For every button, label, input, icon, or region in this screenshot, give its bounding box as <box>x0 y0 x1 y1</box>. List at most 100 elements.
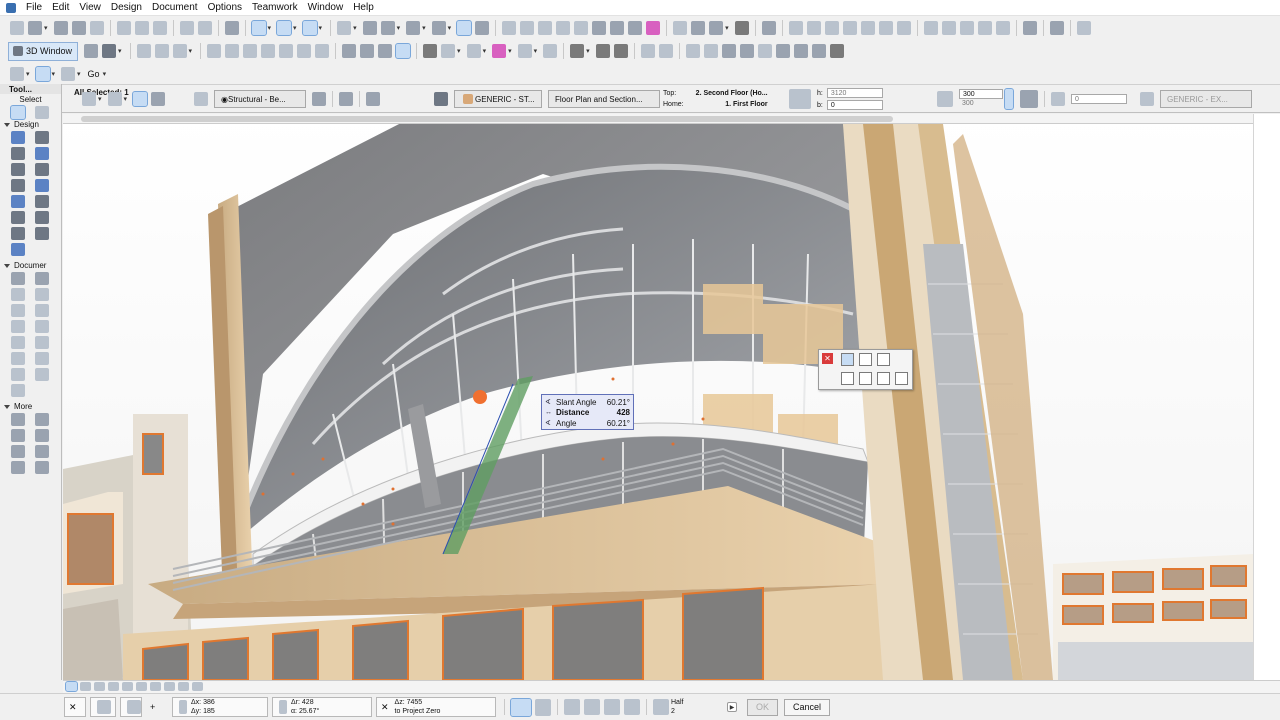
3d-window-button[interactable]: 3D Window <box>8 41 79 61</box>
prism-icon[interactable] <box>613 44 628 58</box>
dx-value[interactable]: 386 <box>203 699 215 706</box>
suspend-groups-icon[interactable] <box>646 21 661 35</box>
dimension-icon[interactable] <box>11 272 25 285</box>
open-file-icon[interactable] <box>28 21 42 35</box>
offset-icon[interactable] <box>1051 92 1065 106</box>
intersect-icon[interactable] <box>977 21 992 35</box>
elevation-tool-icon[interactable] <box>11 368 25 381</box>
paint-icon[interactable] <box>721 44 736 58</box>
structural-function-button[interactable]: ◉ Structural - Be... <box>214 90 306 108</box>
surface2-icon[interactable] <box>1140 92 1154 106</box>
light-icon[interactable] <box>35 429 49 442</box>
surface-radio-icon[interactable] <box>434 92 448 106</box>
mesh-icon[interactable] <box>11 445 25 458</box>
plane-icon[interactable] <box>466 44 481 58</box>
roof-icon[interactable] <box>441 44 456 58</box>
camera-icon[interactable] <box>225 44 240 58</box>
guide-lines-icon[interactable] <box>276 20 293 36</box>
split-icon[interactable] <box>941 21 956 35</box>
snap-guides-icon[interactable] <box>250 20 267 36</box>
gravity-icon[interactable] <box>301 20 318 36</box>
magnify-icon[interactable] <box>122 682 133 691</box>
label-icon[interactable] <box>35 288 49 301</box>
group-icon[interactable] <box>610 21 625 35</box>
explore-icon[interactable] <box>172 44 187 58</box>
surface-icon[interactable] <box>734 21 749 35</box>
dz-value[interactable]: 7455 <box>407 699 423 706</box>
rotate-icon[interactable] <box>556 21 571 35</box>
floor-plan-section-button[interactable]: Floor Plan and Section... <box>548 90 660 108</box>
layer-settings-icon[interactable] <box>673 21 688 35</box>
3d-projection-icon[interactable] <box>84 44 99 58</box>
guide-box[interactable] <box>90 697 116 717</box>
ok-button[interactable]: OK <box>747 698 779 716</box>
find-icon[interactable] <box>224 21 239 35</box>
trim-icon[interactable] <box>923 21 938 35</box>
move-node-icon[interactable] <box>841 372 854 385</box>
close-tracker-box[interactable]: ✕ <box>64 697 86 717</box>
menu-view[interactable]: View <box>74 0 106 16</box>
object-tool-icon[interactable] <box>35 227 49 240</box>
zoom-out-icon[interactable] <box>94 682 105 691</box>
orbit-icon[interactable] <box>154 44 169 58</box>
schedule-icon[interactable] <box>896 21 911 35</box>
marquee-tool-icon[interactable] <box>456 20 473 36</box>
shape-icon[interactable] <box>423 44 438 58</box>
slope-icon[interactable] <box>653 699 669 715</box>
grid-snap-icon[interactable] <box>337 21 352 35</box>
menu-help[interactable]: Help <box>348 0 379 16</box>
split-view-icon[interactable] <box>315 44 330 58</box>
lock-icon[interactable] <box>279 700 287 714</box>
circle-tool-icon[interactable] <box>761 21 776 35</box>
level-dimension-icon[interactable] <box>35 272 49 285</box>
size-a-input[interactable]: 300 <box>959 89 1003 99</box>
cut-icon[interactable] <box>116 21 131 35</box>
material2-button[interactable]: GENERIC - EX... <box>1160 90 1252 108</box>
view-toggle-1-icon[interactable] <box>312 92 326 106</box>
morph-icon[interactable] <box>492 44 507 58</box>
check-icon[interactable] <box>564 699 580 715</box>
cut-plane-icon[interactable] <box>342 44 357 58</box>
walk-icon[interactable] <box>136 44 151 58</box>
menu-window[interactable]: Window <box>303 0 349 16</box>
lock-icon[interactable] <box>179 700 187 714</box>
wall-tool-icon[interactable] <box>362 21 377 35</box>
reduce-icon[interactable] <box>136 682 147 691</box>
model-view-icon[interactable] <box>691 21 706 35</box>
beam-geometry-icon[interactable] <box>82 92 96 106</box>
document-icon[interactable] <box>378 44 393 58</box>
box-icon[interactable] <box>595 44 610 58</box>
lamp-icon[interactable] <box>11 429 25 442</box>
slab-tool-icon[interactable] <box>406 21 421 35</box>
menu-design[interactable]: Design <box>106 0 147 16</box>
redo-icon[interactable] <box>197 21 212 35</box>
drag-edge-icon[interactable] <box>841 353 854 366</box>
zoom-window-icon[interactable] <box>108 682 119 691</box>
special-snap-icon[interactable] <box>510 697 532 717</box>
document-section[interactable]: Documer <box>0 260 61 272</box>
tracker-value[interactable]: 428 <box>600 408 630 417</box>
camera-tool-icon[interactable] <box>11 461 25 474</box>
undo-icon[interactable] <box>179 21 194 35</box>
navigator-icon[interactable] <box>1076 21 1091 35</box>
size-b-input[interactable]: 300 <box>959 99 1003 109</box>
door-icon[interactable] <box>35 131 49 144</box>
distribute-icon[interactable] <box>520 21 535 35</box>
railing-icon[interactable] <box>35 211 49 224</box>
layout-icon[interactable] <box>61 66 76 81</box>
relative-box[interactable] <box>120 697 142 717</box>
cancel-button[interactable]: Cancel <box>784 698 831 716</box>
pan-icon[interactable] <box>150 682 161 691</box>
vertical-scrollbar[interactable] <box>1253 114 1280 680</box>
menu-teamwork[interactable]: Teamwork <box>247 0 303 16</box>
offset-input[interactable]: 0 <box>1071 94 1127 104</box>
home-floor-value[interactable]: 1. First Floor <box>688 99 767 110</box>
tracker-value[interactable]: 60.21° <box>600 419 630 428</box>
quarter-icon[interactable] <box>624 699 640 715</box>
arrow-tool-icon[interactable] <box>10 105 26 120</box>
3d-style-icon[interactable] <box>102 44 117 58</box>
text-icon[interactable] <box>11 288 25 301</box>
table-icon[interactable] <box>543 44 558 58</box>
fit-icon[interactable] <box>65 681 78 692</box>
h-input[interactable]: 3120 <box>826 88 883 98</box>
